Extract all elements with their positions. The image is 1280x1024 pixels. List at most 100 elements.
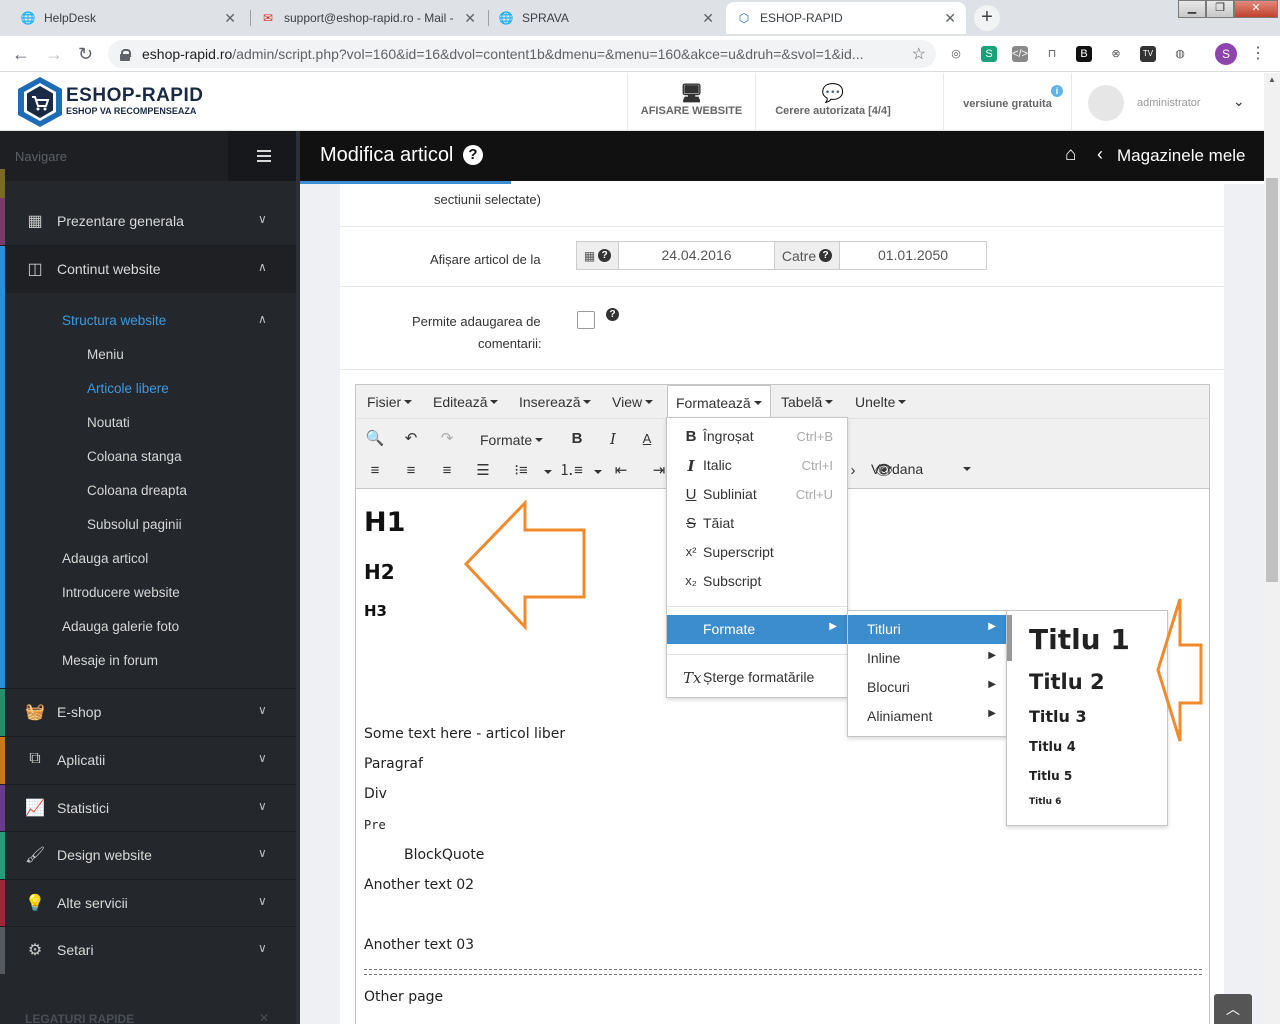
- minimize-button[interactable]: ▁: [1178, 0, 1206, 18]
- close-tab-icon[interactable]: ✕: [224, 10, 236, 27]
- forward-arrow-icon[interactable]: →: [45, 44, 63, 65]
- reload-icon[interactable]: ↻: [78, 44, 93, 65]
- menu-editeaza[interactable]: Editează: [425, 385, 506, 419]
- help-icon[interactable]: ?: [819, 249, 833, 262]
- sidebar-sub-structura[interactable]: Structura website: [62, 313, 166, 328]
- sidebar-item-statistici[interactable]: 📈 Statistici ∨: [0, 785, 296, 832]
- menu-item-italic[interactable]: I Italic Ctrl+I: [667, 451, 847, 480]
- submenu-item-titlu-4[interactable]: Titlu 4: [1029, 740, 1076, 755]
- chevron-down-icon[interactable]: ⌄: [1233, 93, 1245, 110]
- menu-item-underline[interactable]: U Subliniat Ctrl+U: [667, 480, 847, 509]
- scroll-to-top-button[interactable]: ︿: [1214, 994, 1252, 1024]
- menu-unelte[interactable]: Unelte: [847, 385, 914, 419]
- sidebar-sub-noutati[interactable]: Noutati: [87, 415, 130, 430]
- sidebar-item-alte-servicii[interactable]: 💡 Alte servicii ∨: [0, 880, 296, 927]
- close-icon[interactable]: ✕: [259, 1011, 269, 1024]
- sidebar-sub-meniu[interactable]: Meniu: [87, 347, 124, 362]
- extension-icon[interactable]: TV: [1140, 46, 1156, 62]
- menu-tabela[interactable]: Tabelă: [773, 385, 841, 419]
- submenu-item-titlu-6[interactable]: Titlu 6: [1029, 797, 1061, 807]
- browser-tab-sprava[interactable]: 🌐 SPRAVA ✕: [488, 2, 724, 34]
- close-window-button[interactable]: ✕: [1234, 0, 1278, 18]
- bookmark-star-icon[interactable]: ☆: [912, 44, 926, 64]
- extension-icon[interactable]: ⊓: [1044, 46, 1060, 62]
- extension-icon[interactable]: ◎: [948, 46, 964, 62]
- avatar[interactable]: [1088, 85, 1124, 121]
- menu-item-strikethrough[interactable]: S Tăiat: [667, 509, 847, 538]
- sidebar-item-eshop[interactable]: 🧺 E-shop ∨: [0, 689, 296, 736]
- submenu-item-blocuri[interactable]: Blocuri ▶: [848, 673, 1006, 702]
- submenu-item-titlu-5[interactable]: Titlu 5: [1029, 769, 1072, 783]
- restore-button[interactable]: ❐: [1206, 0, 1234, 18]
- sidebar-item-setari[interactable]: ⚙ Setari ∨: [0, 927, 296, 974]
- numbered-list-caret[interactable]: [594, 470, 602, 474]
- back-arrow-icon[interactable]: ←: [12, 44, 30, 65]
- menu-item-clear-formatting[interactable]: Tx Șterge formatările: [667, 663, 847, 692]
- extension-icon[interactable]: B: [1076, 46, 1092, 62]
- undo-icon[interactable]: ↶: [398, 427, 424, 451]
- browser-tab-helpdesk[interactable]: 🌐 HelpDesk ✕: [10, 2, 246, 34]
- cerere-autorizata-button[interactable]: 💬 Cerere autorizata [4/4]: [755, 73, 910, 131]
- menu-item-formate[interactable]: Formate ▶: [667, 615, 847, 644]
- magazinele-mele-link[interactable]: Magazinele mele: [1117, 146, 1246, 166]
- help-icon[interactable]: ?: [462, 145, 483, 165]
- align-center-icon[interactable]: ≡: [398, 459, 424, 483]
- scroll-up-arrow-icon[interactable]: ▲: [1268, 75, 1276, 84]
- chevron-left-icon[interactable]: ‹: [1097, 144, 1103, 165]
- info-icon[interactable]: i: [1051, 85, 1063, 97]
- align-justify-icon[interactable]: ☰: [470, 459, 496, 483]
- eshop-logo-icon[interactable]: [16, 75, 64, 129]
- align-left-icon[interactable]: ≡: [362, 459, 388, 483]
- sidebar-sub-adauga-articol[interactable]: Adauga articol: [62, 551, 148, 566]
- bullet-list-icon[interactable]: ⁝≡: [508, 459, 534, 483]
- sidebar-sub-subsol[interactable]: Subsolul paginii: [87, 517, 182, 532]
- close-tab-icon[interactable]: ✕: [464, 10, 476, 27]
- extension-icon[interactable]: </>: [1012, 46, 1028, 62]
- preview-icon[interactable]: 🔍: [362, 427, 388, 451]
- italic-icon[interactable]: I: [600, 427, 626, 451]
- afisare-website-button[interactable]: 🖥 AFISARE WEBSITE: [627, 73, 755, 131]
- menu-fisier[interactable]: Fisier: [359, 385, 420, 419]
- extension-icon[interactable]: ⊗: [1108, 46, 1124, 62]
- formats-dropdown[interactable]: Formate: [480, 432, 544, 448]
- user-name[interactable]: administrator: [1137, 97, 1201, 109]
- submenu-item-inline[interactable]: Inline ▶: [848, 644, 1006, 673]
- sidebar-item-prezentare[interactable]: ▦ Prezentare generala ∨: [0, 198, 296, 245]
- font-color-icon[interactable]: A: [634, 427, 660, 451]
- bold-icon[interactable]: B: [564, 427, 590, 451]
- submenu-item-aliniament[interactable]: Aliniament ▶: [848, 702, 1006, 731]
- browser-tab-eshop[interactable]: ⬡ ESHOP-RAPID ✕: [726, 2, 966, 34]
- menu-formateaza[interactable]: Formatează: [667, 385, 771, 420]
- sidebar-sub-coloana-dreapta[interactable]: Coloana dreapta: [87, 483, 187, 498]
- chevron-up-icon[interactable]: ∧: [258, 312, 267, 326]
- sidebar-item-partial[interactable]: [0, 169, 296, 198]
- submenu-scrollbar[interactable]: [1007, 615, 1012, 661]
- close-tab-icon[interactable]: ✕: [944, 10, 956, 27]
- menu-item-subscript[interactable]: x₂ Subscript: [667, 567, 847, 596]
- url-input[interactable]: eshop-rapid.ro/admin/script.php?vol=160&…: [108, 40, 936, 68]
- sidebar-item-continut[interactable]: ◫ Continut website ∧: [0, 246, 296, 293]
- align-right-icon[interactable]: ≡: [434, 459, 460, 483]
- menu-item-superscript[interactable]: x² Superscript: [667, 538, 847, 567]
- browser-menu-icon[interactable]: ⋮: [1250, 46, 1266, 62]
- sidebar-sub-galerie[interactable]: Adauga galerie foto: [62, 619, 179, 634]
- redo-icon[interactable]: ↷: [434, 427, 460, 451]
- permite-comentarii-checkbox[interactable]: [577, 311, 595, 329]
- scrollbar-thumb[interactable]: [1266, 178, 1278, 582]
- submenu-item-titluri[interactable]: Titluri ▶: [848, 615, 1006, 644]
- submenu-item-titlu-1[interactable]: Titlu 1: [1029, 623, 1130, 656]
- page-scrollbar[interactable]: ▲: [1264, 73, 1280, 1024]
- date-to-input[interactable]: 01.01.2050: [840, 242, 986, 269]
- home-icon[interactable]: ⌂: [1065, 144, 1076, 166]
- profile-avatar[interactable]: S: [1215, 43, 1237, 65]
- extension-icon[interactable]: S: [981, 46, 997, 62]
- submenu-item-titlu-2[interactable]: Titlu 2: [1029, 670, 1105, 694]
- help-icon[interactable]: ?: [598, 249, 612, 262]
- help-icon[interactable]: ?: [606, 308, 619, 321]
- submenu-item-titlu-3[interactable]: Titlu 3: [1029, 707, 1087, 726]
- date-from-input[interactable]: 24.04.2016: [619, 242, 774, 269]
- sidebar-item-aplicatii[interactable]: ⧉ Aplicatii ∨: [0, 737, 296, 784]
- numbered-list-icon[interactable]: ⒈≡: [558, 459, 584, 483]
- eye-icon[interactable]: 👁: [871, 459, 897, 483]
- outdent-icon[interactable]: ⇤: [608, 459, 634, 483]
